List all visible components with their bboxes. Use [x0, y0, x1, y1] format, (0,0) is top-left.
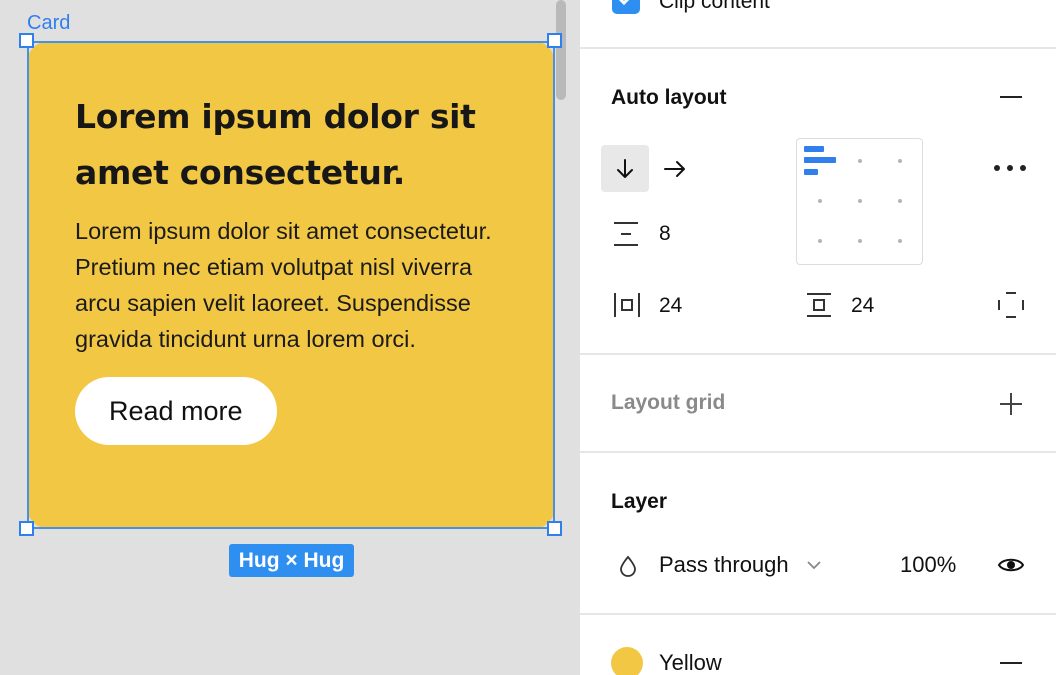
- align-dot[interactable]: [818, 239, 822, 243]
- card-body-text: Lorem ipsum dolor sit amet consectetur. …: [75, 218, 492, 352]
- properties-panel: Clip content Auto layout 8 24 24 Layout …: [580, 0, 1056, 675]
- canvas-scrollbar[interactable]: [556, 0, 566, 100]
- horizontal-padding-value[interactable]: 24: [659, 294, 682, 318]
- remove-fill-icon[interactable]: [1000, 662, 1022, 664]
- align-dot[interactable]: [898, 199, 902, 203]
- vertical-padding-icon: [807, 293, 831, 317]
- layer-opacity-value[interactable]: 100%: [900, 552, 956, 578]
- direction-vertical-button[interactable]: [601, 145, 649, 192]
- spacing-between-icon: [614, 222, 638, 246]
- align-dot[interactable]: [858, 239, 862, 243]
- individual-padding-icon[interactable]: [998, 292, 1024, 318]
- canvas[interactable]: Card Lorem ipsum dolor sit amet consecte…: [0, 0, 580, 675]
- card-frame[interactable]: Lorem ipsum dolor sit amet consectetur. …: [27, 41, 555, 529]
- resize-handle-bottom-right[interactable]: [547, 521, 562, 536]
- spacing-between-value[interactable]: 8: [659, 222, 671, 246]
- remove-auto-layout-icon[interactable]: [1000, 96, 1022, 98]
- auto-layout-title: Auto layout: [611, 86, 727, 109]
- fill-color-name[interactable]: Yellow: [659, 650, 722, 675]
- more-options-icon[interactable]: [994, 158, 1030, 178]
- divider: [580, 451, 1056, 453]
- arrow-down-icon: [617, 158, 633, 178]
- divider: [580, 613, 1056, 615]
- align-dot[interactable]: [858, 159, 862, 163]
- direction-horizontal-button[interactable]: [660, 145, 690, 192]
- size-badge: Hug × Hug: [229, 544, 354, 577]
- eye-icon[interactable]: [997, 555, 1025, 575]
- blend-mode-dropdown[interactable]: Pass through: [659, 552, 789, 578]
- align-dot[interactable]: [898, 159, 902, 163]
- align-bar: [804, 169, 818, 175]
- blend-mode-drop-icon: [620, 555, 636, 577]
- frame-name-label[interactable]: Card: [27, 12, 70, 35]
- clip-content-label: Clip content: [659, 0, 770, 13]
- divider: [580, 47, 1056, 49]
- check-icon: [618, 0, 630, 6]
- chevron-down-icon[interactable]: [806, 559, 822, 571]
- alignment-grid[interactable]: [796, 138, 923, 265]
- resize-handle-top-left[interactable]: [19, 33, 34, 48]
- card-title: Lorem ipsum dolor sit amet consectetur.: [75, 97, 476, 192]
- align-bar: [804, 146, 824, 152]
- align-dot[interactable]: [818, 199, 822, 203]
- resize-handle-bottom-left[interactable]: [19, 521, 34, 536]
- layer-title: Layer: [611, 490, 668, 513]
- resize-handle-top-right[interactable]: [547, 33, 562, 48]
- arrow-right-icon: [664, 160, 685, 177]
- fill-color-swatch[interactable]: [611, 647, 643, 675]
- align-dot[interactable]: [858, 199, 862, 203]
- read-more-button[interactable]: Read more: [75, 377, 277, 445]
- vertical-padding-value[interactable]: 24: [851, 294, 874, 318]
- horizontal-padding-icon: [614, 293, 640, 317]
- layout-grid-title: Layout grid: [611, 391, 726, 414]
- divider: [580, 353, 1056, 355]
- add-layout-grid-icon[interactable]: [999, 392, 1023, 416]
- align-dot[interactable]: [898, 239, 902, 243]
- clip-content-checkbox[interactable]: [612, 0, 640, 14]
- align-bar: [804, 157, 836, 163]
